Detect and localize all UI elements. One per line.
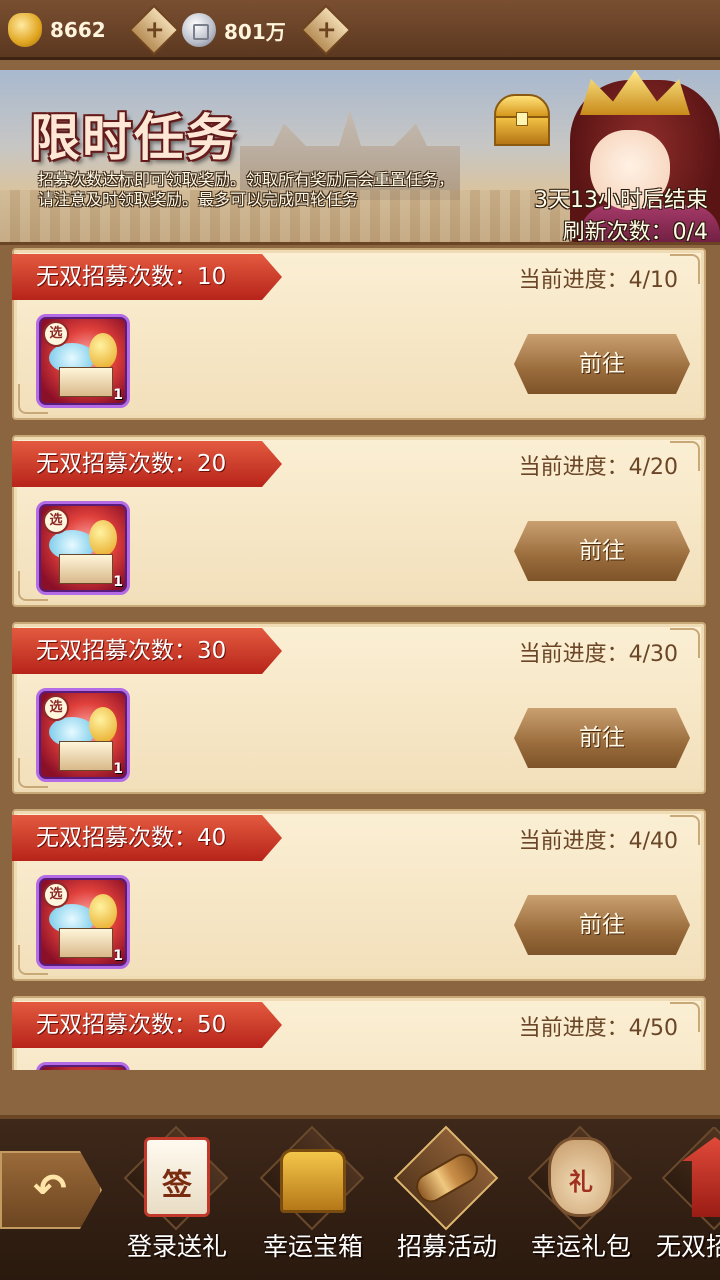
task-progress: 当前进度：4/40: [518, 829, 678, 854]
main-panel: 限时任务 招募次数达标即可领取奖励。领取所有奖励后会重置任务，请注意及时领取奖励…: [0, 60, 720, 1115]
task-progress: 当前进度：4/50: [518, 1016, 678, 1041]
add-gold-button[interactable]: +: [128, 4, 180, 56]
sign-in-icon: 签: [144, 1137, 210, 1217]
nav-item-lucky-chest[interactable]: 幸运宝箱: [248, 1125, 378, 1277]
refresh-count: 刷新次数：0/4: [562, 220, 708, 245]
nav-item-login-gift[interactable]: 签 登录送礼: [112, 1125, 242, 1277]
task-card: 无双招募次数：50 当前进度：4/50 选 1 前往: [12, 996, 706, 1070]
select-badge: 选: [43, 695, 69, 721]
event-banner: 限时任务 招募次数达标即可领取奖励。领取所有奖励后会重置任务，请注意及时领取奖励…: [0, 70, 720, 245]
task-title: 无双招募次数：30: [12, 628, 282, 674]
event-title: 限时任务: [30, 109, 238, 167]
go-button[interactable]: 前往: [514, 708, 690, 768]
task-progress: 当前进度：4/30: [518, 642, 678, 667]
task-title: 无双招募次数：10: [12, 254, 282, 300]
nav-item-recruit-event[interactable]: 招募活动: [382, 1125, 512, 1277]
orb-icon: [89, 707, 117, 743]
orb-icon: [89, 520, 117, 556]
gift-bag-icon: 礼: [548, 1137, 614, 1217]
box-icon: [59, 928, 113, 958]
task-progress: 当前进度：4/20: [518, 455, 678, 480]
reward-quantity: 1: [113, 761, 123, 777]
gold-chest-icon: [490, 90, 554, 150]
silver-coin-icon: [182, 13, 216, 47]
go-button[interactable]: 前往: [514, 895, 690, 955]
task-progress: 当前进度：4/10: [518, 268, 678, 293]
reward-item[interactable]: 选 1: [36, 314, 130, 408]
silver-currency: 801万: [182, 12, 286, 48]
nav-label: 幸运宝箱: [262, 1232, 363, 1261]
reward-item[interactable]: 选 1: [36, 501, 130, 595]
add-silver-button[interactable]: +: [300, 4, 352, 56]
select-badge: 选: [43, 321, 69, 347]
gold-amount: 8662: [50, 18, 106, 42]
plus-icon: +: [316, 15, 337, 44]
task-card: 无双招募次数：30 当前进度：4/30 选 1 前往: [12, 622, 706, 794]
select-badge: 选: [43, 1069, 69, 1070]
gold-currency: 8662: [8, 12, 106, 48]
box-icon: [59, 367, 113, 397]
nav-item-wushuang[interactable]: 无双招: [650, 1127, 720, 1277]
nav-item-lucky-pack[interactable]: 礼 幸运礼包: [516, 1125, 646, 1277]
nav-label: 登录送礼: [126, 1232, 227, 1261]
nav-label: 招募活动: [396, 1232, 497, 1261]
go-button[interactable]: 前往: [514, 521, 690, 581]
reward-quantity: 1: [113, 948, 123, 964]
select-badge: 选: [43, 508, 69, 534]
event-timer: 3天13小时后结束: [534, 188, 708, 213]
plus-icon: +: [144, 15, 165, 44]
back-arrow-icon: ↶: [33, 1166, 67, 1212]
nav-label: 无双招: [656, 1232, 720, 1261]
gold-ingot-icon: [8, 13, 42, 47]
go-button[interactable]: 前往: [514, 334, 690, 394]
currency-bar: 8662 + 801万 +: [0, 0, 720, 60]
task-title: 无双招募次数：40: [12, 815, 282, 861]
orb-icon: [89, 894, 117, 930]
task-list[interactable]: 无双招募次数：10 当前进度：4/10 选 1 前往 无双招募次数：20 当前进…: [12, 248, 706, 1070]
task-card: 无双招募次数：10 当前进度：4/10 选 1 前往: [12, 248, 706, 420]
select-badge: 选: [43, 882, 69, 908]
bottom-nav: ↶ 签 登录送礼 幸运宝箱 招募活动 礼 幸运礼包 无双招: [0, 1115, 720, 1280]
back-button[interactable]: ↶: [0, 1151, 102, 1229]
reward-item[interactable]: 选 1: [36, 1062, 130, 1070]
task-title: 无双招募次数：20: [12, 441, 282, 487]
task-card: 无双招募次数：20 当前进度：4/20 选 1 前往: [12, 435, 706, 607]
box-icon: [59, 741, 113, 771]
reward-item[interactable]: 选 1: [36, 688, 130, 782]
reward-quantity: 1: [113, 387, 123, 403]
nav-label: 幸运礼包: [530, 1232, 631, 1261]
event-description: 招募次数达标即可领取奖励。领取所有奖励后会重置任务，请注意及时领取奖励。最多可以…: [38, 170, 455, 209]
box-icon: [59, 554, 113, 584]
task-title: 无双招募次数：50: [12, 1002, 282, 1048]
reward-quantity: 1: [113, 574, 123, 590]
reward-item[interactable]: 选 1: [36, 875, 130, 969]
treasure-chest-icon: [280, 1149, 346, 1213]
orb-icon: [89, 333, 117, 369]
silver-amount: 801万: [224, 19, 286, 44]
task-card: 无双招募次数：40 当前进度：4/40 选 1 前往: [12, 809, 706, 981]
